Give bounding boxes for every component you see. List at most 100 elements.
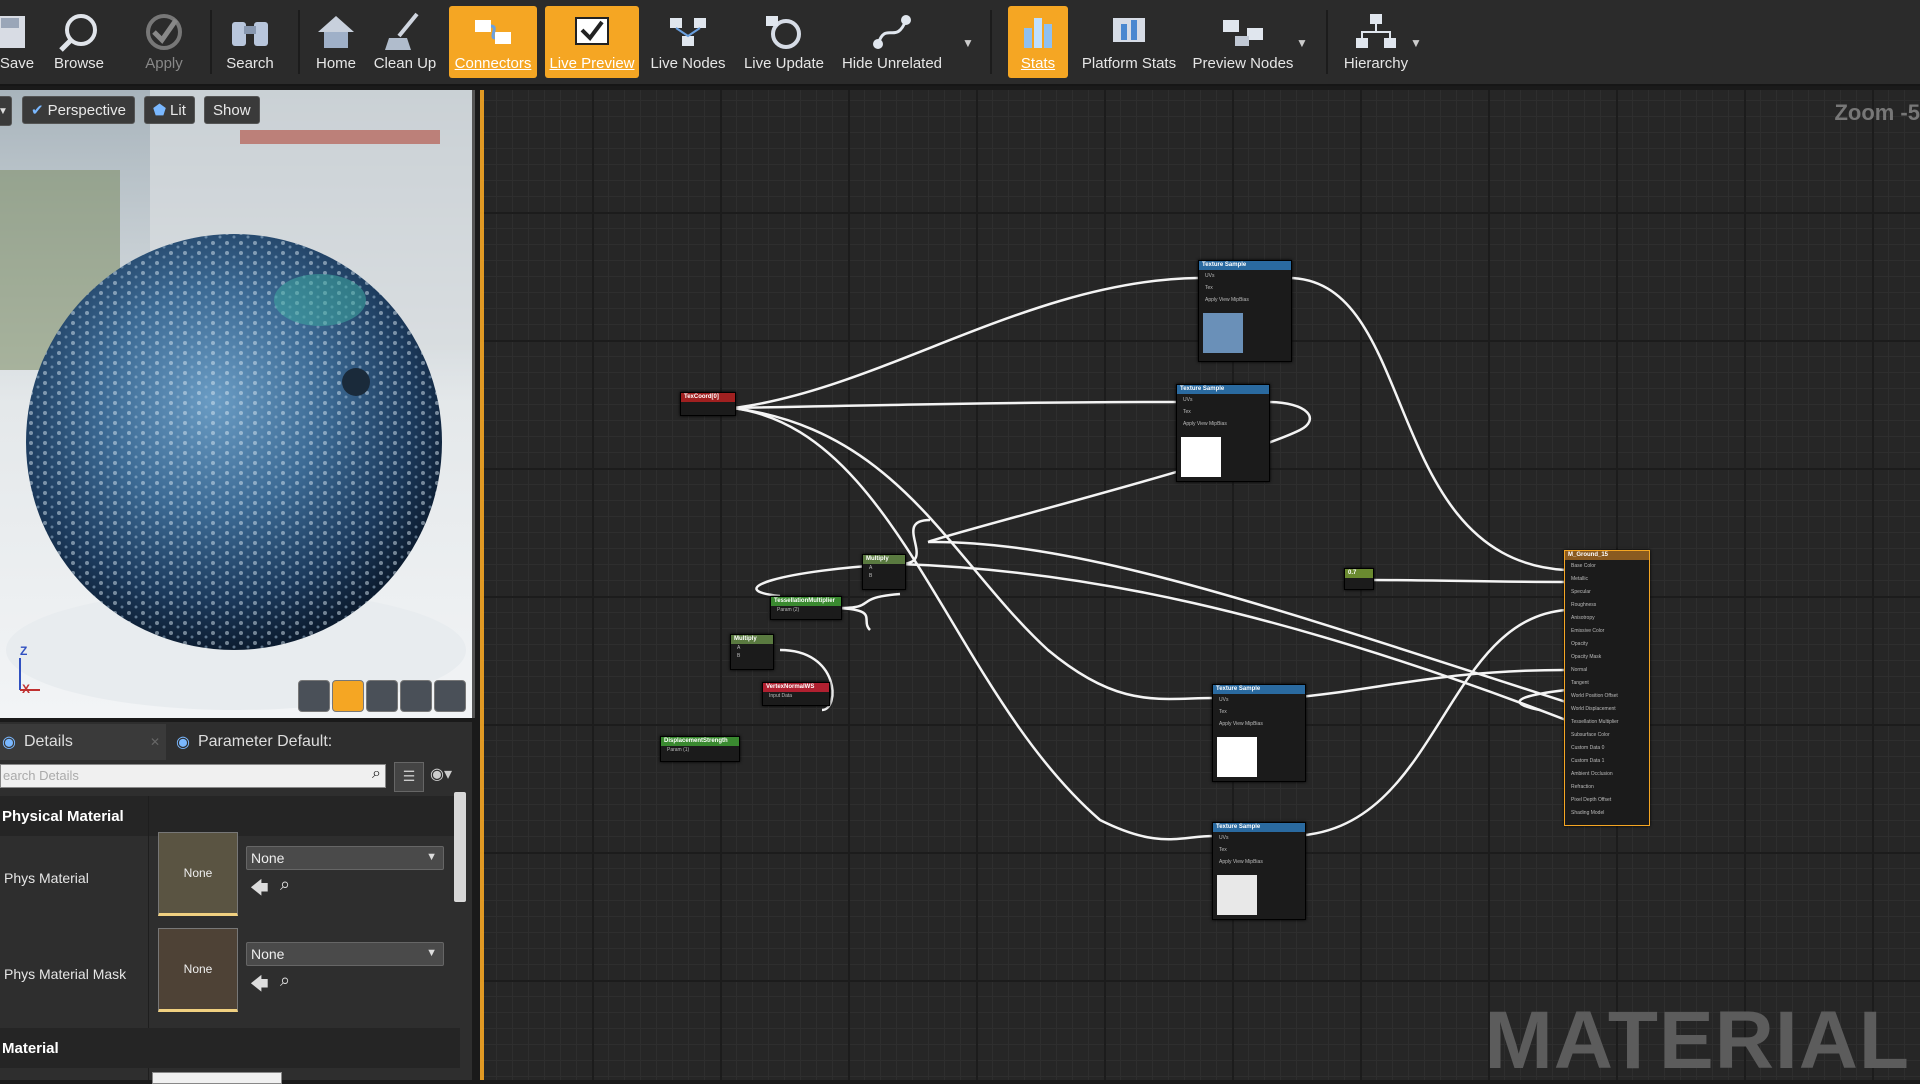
material-result-node[interactable]: M_Ground_15 Base Color Metallic Specular Ro… bbox=[1564, 550, 1650, 826]
connectors-button[interactable]: Connectors bbox=[449, 6, 537, 78]
result-pin[interactable]: Opacity bbox=[1565, 638, 1649, 651]
pin-b[interactable]: B bbox=[731, 652, 773, 660]
hide-unrelated-button[interactable]: Hide Unrelated bbox=[840, 6, 944, 78]
live-nodes-button[interactable]: Live Nodes bbox=[648, 6, 728, 78]
hierarchy-dropdown-arrow[interactable]: ▼ bbox=[1410, 36, 1422, 50]
browse-asset-search-icon[interactable]: ⌕ bbox=[280, 874, 290, 895]
texture-sample-node[interactable]: Texture Sample UVs Tex Apply View MipBia… bbox=[1198, 260, 1292, 362]
visibility-eye-icon[interactable]: ◉▾ bbox=[430, 764, 452, 784]
texture-sample-node[interactable]: Texture Sample UVs Tex Apply View MipBia… bbox=[1212, 684, 1306, 782]
use-selected-arrow-icon[interactable]: 🡄 bbox=[250, 972, 269, 1002]
pin-b[interactable]: B bbox=[863, 572, 905, 580]
home-button[interactable]: Home bbox=[310, 6, 362, 78]
show-button[interactable]: Show bbox=[204, 96, 260, 124]
browse-asset-search-icon[interactable]: ⌕ bbox=[280, 970, 290, 991]
lit-button[interactable]: ⬟ Lit bbox=[144, 96, 195, 124]
preview-plane-icon[interactable] bbox=[366, 680, 398, 712]
tab-details[interactable]: ◉ Details ✕ bbox=[0, 724, 166, 760]
texture-sample-node[interactable]: Texture Sample UVs Tex Apply View MipBia… bbox=[1212, 822, 1306, 920]
result-pin[interactable]: Ambient Occlusion bbox=[1565, 768, 1649, 781]
pin-mipbias[interactable]: Apply View MipBias bbox=[1213, 718, 1305, 730]
phys-material-mask-dropdown[interactable]: None ▼ bbox=[246, 942, 444, 966]
preview-nodes-button[interactable]: Preview Nodes bbox=[1190, 6, 1296, 78]
multiply-node[interactable]: Multiply A B bbox=[862, 554, 906, 590]
result-pin[interactable]: Shading Model bbox=[1565, 807, 1649, 820]
search-button[interactable]: Search bbox=[222, 6, 278, 78]
result-pin[interactable]: Pixel Depth Offset bbox=[1565, 794, 1649, 807]
live-preview-button[interactable]: Live Preview bbox=[545, 6, 639, 78]
use-selected-arrow-icon[interactable]: 🡄 bbox=[250, 876, 269, 906]
result-pin[interactable]: World Position Offset bbox=[1565, 690, 1649, 703]
clean-up-button[interactable]: Clean Up bbox=[372, 6, 438, 78]
pin-uvs[interactable]: UVs bbox=[1213, 832, 1305, 844]
result-pin[interactable]: Base Color bbox=[1565, 560, 1649, 573]
pin-uvs[interactable]: UVs bbox=[1199, 270, 1291, 282]
preview-nodes-dropdown-arrow[interactable]: ▼ bbox=[1296, 36, 1308, 50]
preview-sphere-icon[interactable] bbox=[332, 680, 364, 712]
material-graph-canvas[interactable]: Texture Sample UVs Tex Apply View MipBia… bbox=[480, 90, 1920, 1080]
viewport-options-dropdown[interactable]: ▼ bbox=[0, 96, 12, 126]
pin-a[interactable]: A bbox=[731, 644, 773, 652]
result-pin[interactable]: Tessellation Multiplier bbox=[1565, 716, 1649, 729]
phys-material-dropdown[interactable]: None ▼ bbox=[246, 846, 444, 870]
result-pin[interactable]: Opacity Mask bbox=[1565, 651, 1649, 664]
displacement-strength-param-node[interactable]: DisplacementStrength Param (1) bbox=[660, 736, 740, 762]
apply-button[interactable]: Apply bbox=[138, 6, 190, 78]
result-pin[interactable]: Metallic bbox=[1565, 573, 1649, 586]
node-wires bbox=[732, 276, 1567, 841]
preview-mesh-icon[interactable] bbox=[434, 680, 466, 712]
pin-tex[interactable]: Tex bbox=[1213, 706, 1305, 718]
result-pin[interactable]: Custom Data 0 bbox=[1565, 742, 1649, 755]
pin-tex[interactable]: Tex bbox=[1199, 282, 1291, 294]
view-options-list-icon[interactable]: ☰ bbox=[394, 762, 424, 792]
multiply-node[interactable]: Multiply A B bbox=[730, 634, 774, 670]
pin-tex[interactable]: Tex bbox=[1177, 406, 1269, 418]
result-pin[interactable]: Tangent bbox=[1565, 677, 1649, 690]
result-pin[interactable]: Specular bbox=[1565, 586, 1649, 599]
live-update-button[interactable]: Live Update bbox=[740, 6, 828, 78]
result-pin[interactable]: Normal bbox=[1565, 664, 1649, 677]
tab-parameter-defaults[interactable]: ◉ Parameter Default: bbox=[176, 724, 350, 760]
pin-mipbias[interactable]: Apply View MipBias bbox=[1177, 418, 1269, 430]
pin-mipbias[interactable]: Apply View MipBias bbox=[1199, 294, 1291, 306]
tessellation-multiplier-param-node[interactable]: TessellationMultiplier Param (2) bbox=[770, 596, 842, 620]
result-pin[interactable]: Refraction bbox=[1565, 781, 1649, 794]
result-pin[interactable]: World Displacement bbox=[1565, 703, 1649, 716]
platform-stats-button[interactable]: Platform Stats bbox=[1080, 6, 1178, 78]
result-pin[interactable]: Custom Data 1 bbox=[1565, 755, 1649, 768]
phys-material-mask-thumbnail[interactable]: None bbox=[158, 928, 238, 1012]
phys-material-value: None bbox=[251, 850, 285, 866]
section-physical-material[interactable]: Physical Material bbox=[0, 796, 460, 836]
connectors-icon bbox=[475, 20, 511, 44]
pin-uvs[interactable]: UVs bbox=[1213, 694, 1305, 706]
save-button[interactable]: Save bbox=[0, 6, 34, 78]
perspective-button[interactable]: ✔ Perspective bbox=[22, 96, 135, 124]
search-icon: ⌕ bbox=[372, 765, 381, 782]
material-domain-dropdown[interactable] bbox=[152, 1072, 282, 1084]
phys-material-thumbnail[interactable]: None bbox=[158, 832, 238, 916]
pin-mipbias[interactable]: Apply View MipBias bbox=[1213, 856, 1305, 868]
stats-button[interactable]: Stats bbox=[1008, 6, 1068, 78]
constant-node[interactable]: 0.7 bbox=[1344, 568, 1374, 590]
result-pin[interactable]: Emissive Color bbox=[1565, 625, 1649, 638]
preview-cube-icon[interactable] bbox=[400, 680, 432, 712]
texcoord-node[interactable]: TexCoord[0] bbox=[680, 392, 736, 416]
close-icon[interactable]: ✕ bbox=[150, 735, 160, 749]
hide-unrelated-dropdown-arrow[interactable]: ▼ bbox=[962, 36, 974, 50]
vertex-normal-ws-node[interactable]: VertexNormalWS Input Data bbox=[762, 682, 830, 706]
result-pin[interactable]: Subsurface Color bbox=[1565, 729, 1649, 742]
browse-button[interactable]: Browse bbox=[50, 6, 108, 78]
pin-tex[interactable]: Tex bbox=[1213, 844, 1305, 856]
hierarchy-button[interactable]: Hierarchy bbox=[1340, 6, 1412, 78]
pin-uvs[interactable]: UVs bbox=[1177, 394, 1269, 406]
result-pin[interactable]: Roughness bbox=[1565, 599, 1649, 612]
preview-cylinder-icon[interactable] bbox=[298, 680, 330, 712]
result-pin[interactable]: Anisotropy bbox=[1565, 612, 1649, 625]
node-subtitle: Param (2) bbox=[777, 607, 800, 613]
texture-sample-node[interactable]: Texture Sample UVs Tex Apply View MipBia… bbox=[1176, 384, 1270, 482]
search-details-input[interactable]: earch Details ⌕ bbox=[0, 764, 386, 788]
section-material[interactable]: Material bbox=[0, 1028, 460, 1068]
details-scrollbar[interactable] bbox=[454, 792, 466, 902]
pin-a[interactable]: A bbox=[863, 564, 905, 572]
material-preview-viewport[interactable]: ▼ ✔Perspective ⬟Lit Show Z X bbox=[0, 90, 475, 718]
